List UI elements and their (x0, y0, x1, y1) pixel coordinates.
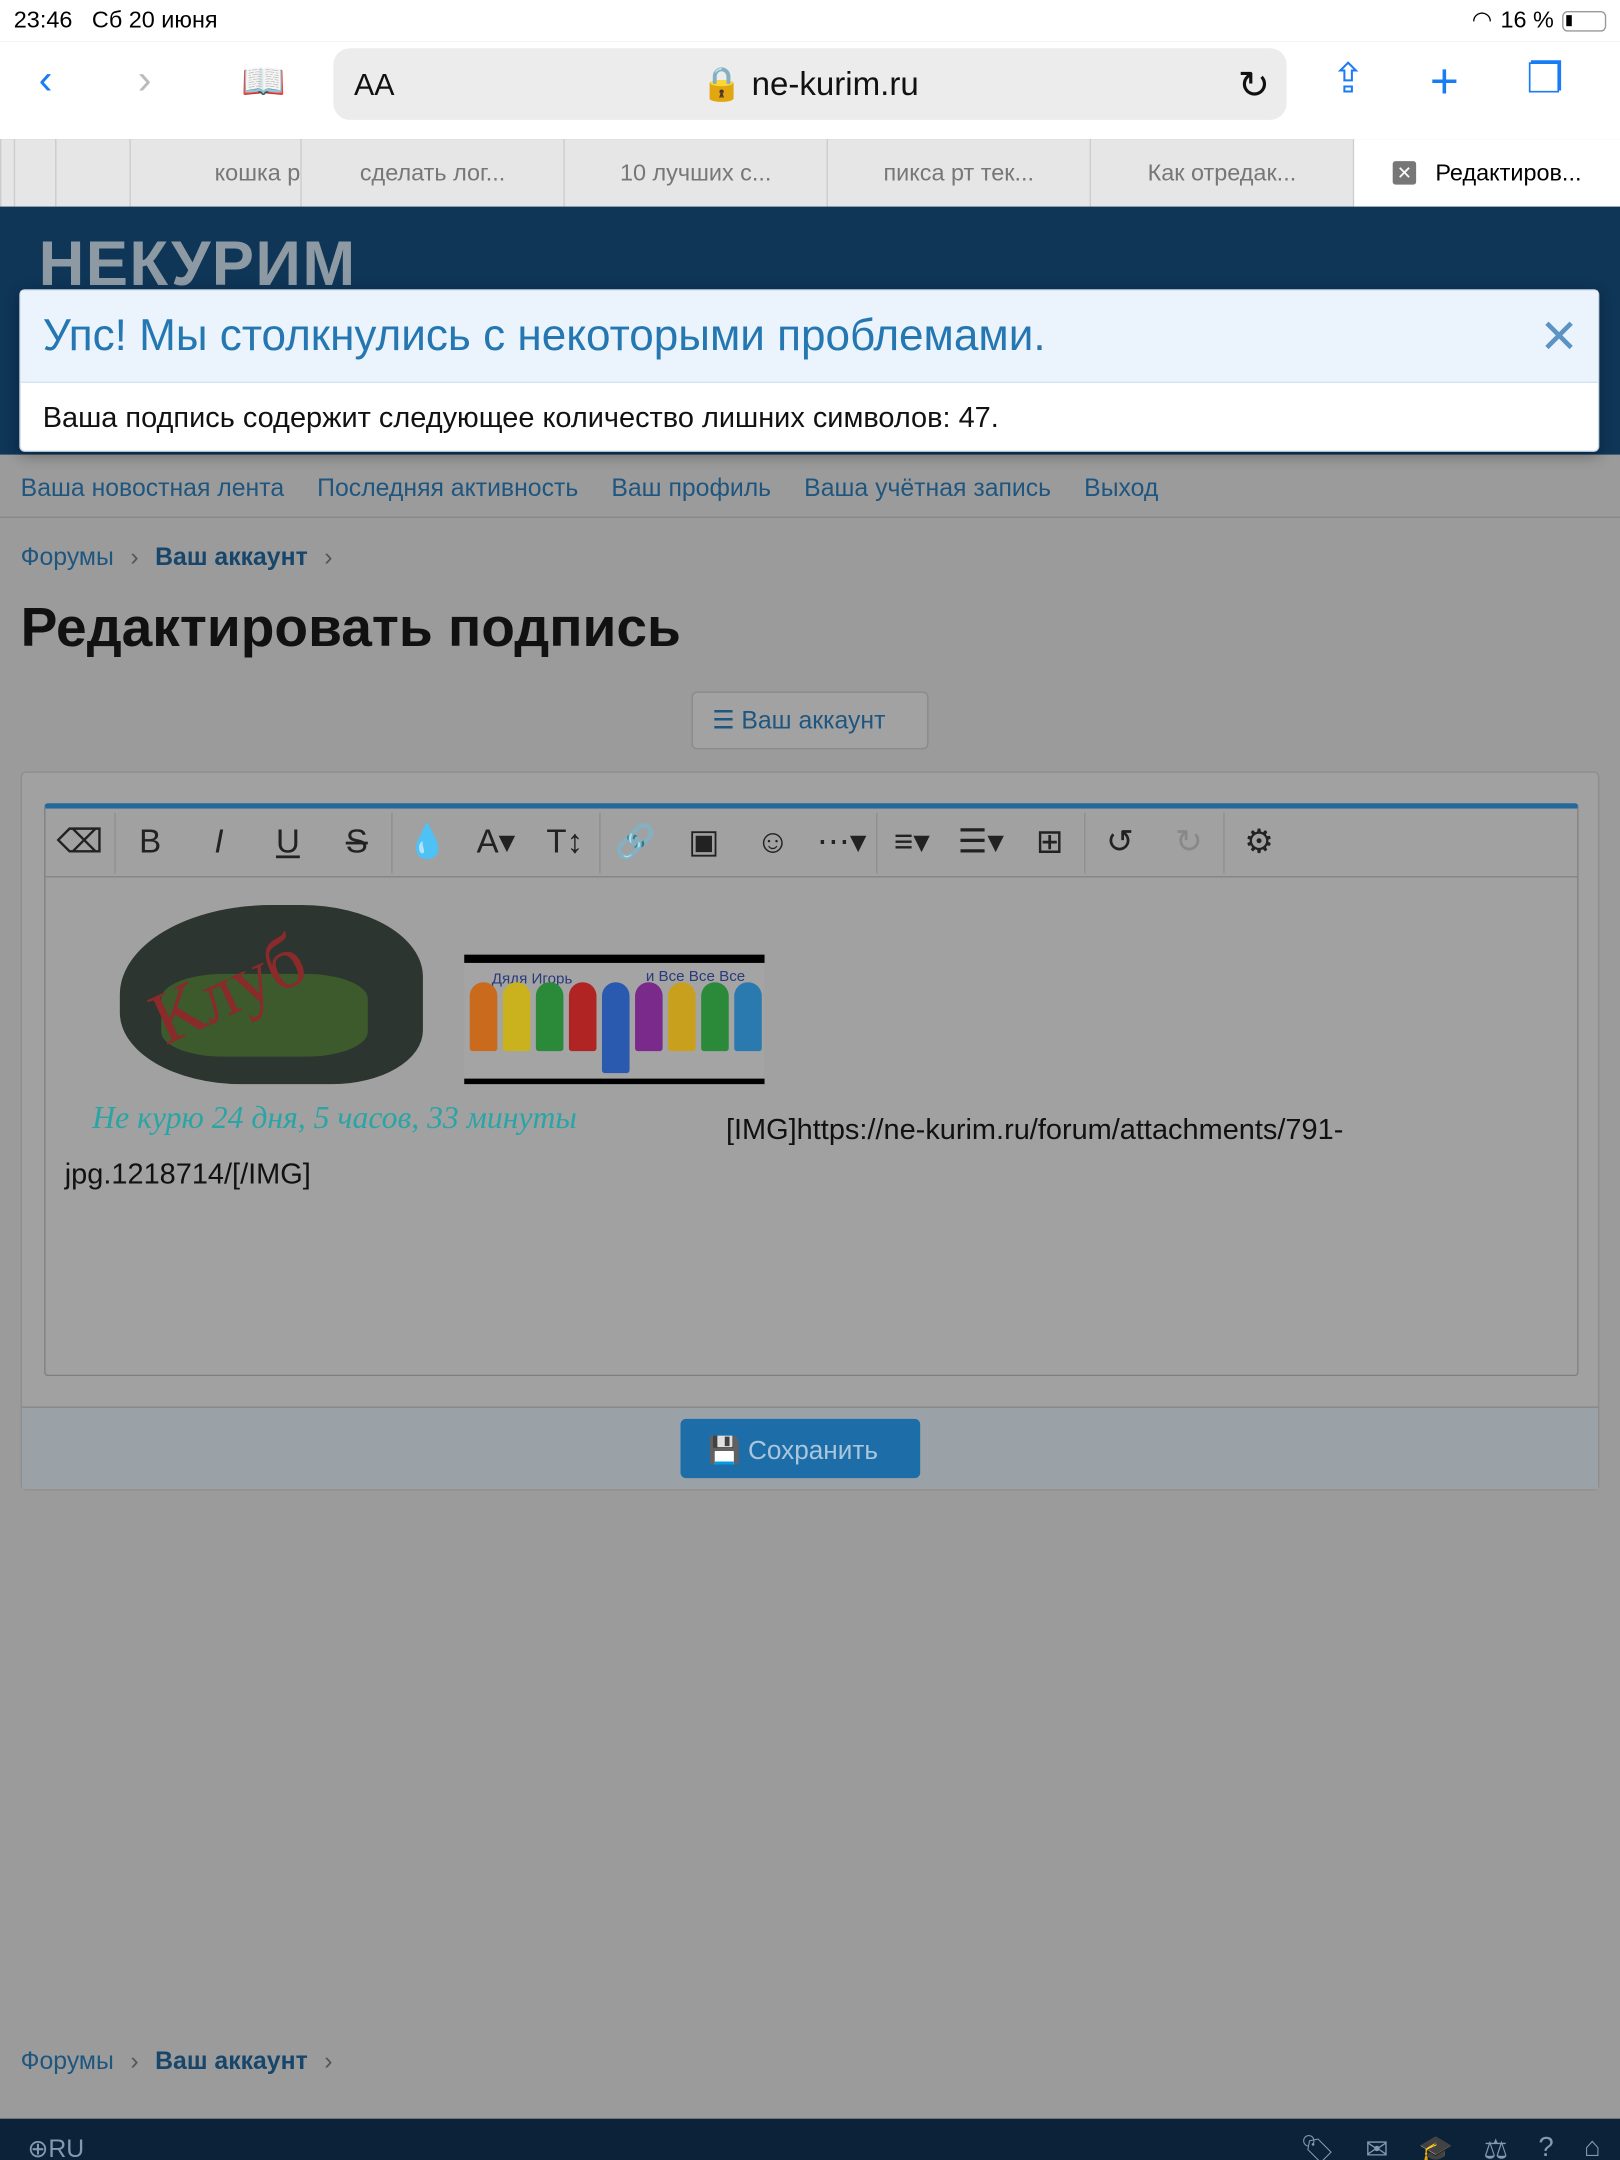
language-selector[interactable]: ⊕RU (28, 2135, 85, 2160)
account-menu-button[interactable]: ☰ Ваш аккаунт (691, 691, 929, 750)
breadcrumb-forums[interactable]: Форумы (21, 2047, 114, 2076)
close-icon[interactable]: ✕ (1539, 310, 1578, 365)
battery-text: 16 % (1500, 6, 1554, 34)
breadcrumb-account[interactable]: Ваш аккаунт (155, 2047, 308, 2076)
reload-icon[interactable]: ↻ (1238, 62, 1270, 107)
nav-logout[interactable]: Выход (1084, 474, 1158, 502)
address-bar[interactable]: AA 🔒 ne-kurim.ru ↻ (333, 48, 1287, 120)
image-icon[interactable]: ▣ (669, 822, 738, 862)
bookmarks-icon[interactable]: 📖 (241, 61, 286, 104)
font-size-icon[interactable]: T↕ (530, 823, 599, 862)
account-nav: Ваша новостная лента Последняя активност… (0, 455, 1620, 518)
bold-icon[interactable]: B (116, 823, 185, 862)
eraser-icon[interactable]: ⌫ (45, 822, 114, 862)
tag-icon[interactable]: 🏷 (1300, 2132, 1335, 2160)
site-footer: ⊕RU 🏷 ✉ 🎓 ⚖? ⌂ (0, 2118, 1620, 2160)
signature-form: ⌫ B I U S 💧 A▾ T↕ 🔗 ▣ ☺ ⋯▾ ≡▾ ☰▾ ⊞ ↺ ↻ ⚙… (20, 771, 1600, 1491)
rich-text-editor: ⌫ B I U S 💧 A▾ T↕ 🔗 ▣ ☺ ⋯▾ ≡▾ ☰▾ ⊞ ↺ ↻ ⚙… (44, 803, 1579, 1377)
form-footer: 💾 Сохранить (22, 1406, 1598, 1490)
table-icon[interactable]: ⊞ (1015, 822, 1084, 862)
signature-image-kids: Дядя Игорь и Все Все Все (464, 954, 765, 1085)
browser-toolbar: ‹ › 📖 AA 🔒 ne-kurim.ru ↻ ⇪ + ❐ (0, 41, 1620, 140)
nav-news-feed[interactable]: Ваша новостная лента (21, 474, 284, 502)
error-message: Ваша подпись содержит следующее количест… (42, 402, 999, 434)
tab[interactable] (0, 139, 14, 207)
italic-icon[interactable]: I (185, 823, 254, 862)
nav-latest-activity[interactable]: Последняя активность (317, 474, 578, 502)
globe-icon: ⊕ (27, 2135, 49, 2160)
lock-icon: 🔒 (701, 66, 743, 104)
chevron-right-icon: › (130, 2047, 139, 2075)
tab[interactable] (55, 139, 129, 207)
list-icon[interactable]: ☰▾ (946, 822, 1015, 862)
close-tab-icon[interactable]: ✕ (1392, 161, 1417, 185)
menu-icon: ☰ (712, 706, 735, 735)
more-icon[interactable]: ⋯▾ (807, 822, 876, 862)
strikethrough-icon[interactable]: S (322, 823, 391, 862)
tab[interactable]: Как отредак... (1089, 139, 1353, 207)
font-icon[interactable]: A▾ (461, 822, 530, 862)
smoke-free-counter: Не курю 24 дня, 5 часов, 33 минуты (92, 1100, 577, 1136)
breadcrumb-forums[interactable]: Форумы (21, 543, 114, 572)
tabs-icon[interactable]: ❐ (1526, 55, 1563, 103)
graduation-cap-icon[interactable]: 🎓 (1419, 2132, 1453, 2160)
editor-content[interactable]: Клуб Дядя Игорь и Все Все Все Не курю 24… (45, 877, 1577, 1202)
align-icon[interactable]: ≡▾ (877, 822, 946, 862)
scales-icon[interactable]: ⚖ (1483, 2132, 1508, 2160)
account-button-label: Ваш аккаунт (741, 706, 886, 735)
error-title: Упс! Мы столкнулись с некоторыми проблем… (20, 290, 1598, 383)
tab[interactable]: кошка р (129, 139, 300, 207)
share-icon[interactable]: ⇪ (1331, 55, 1366, 103)
chevron-right-icon: › (324, 542, 333, 571)
breadcrumb-bottom: Форумы › Ваш аккаунт › (21, 2047, 333, 2076)
tab-bar: кошка р сделать лог... 10 лучших с... пи… (0, 139, 1620, 207)
tab-active[interactable]: ✕ Редактиров... (1352, 139, 1620, 207)
chevron-right-icon: › (324, 2047, 333, 2075)
undo-icon[interactable]: ↺ (1086, 822, 1155, 862)
chevron-right-icon: › (130, 542, 139, 571)
help-icon[interactable]: ? (1538, 2132, 1553, 2160)
save-label: Сохранить (747, 1436, 879, 1466)
save-icon: 💾 (708, 1436, 741, 1466)
tab-label: Редактиров... (1435, 159, 1582, 186)
error-dialog: Упс! Мы столкнулись с некоторыми проблем… (19, 289, 1600, 452)
nav-profile[interactable]: Ваш профиль (611, 474, 771, 502)
domain-text: ne-kurim.ru (751, 66, 919, 104)
tab[interactable]: пикса рт тек... (826, 139, 1090, 207)
battery-icon (1562, 10, 1607, 31)
status-time: 23:46 Сб 20 июня (13, 6, 218, 34)
underline-icon[interactable]: U (253, 823, 322, 862)
tab[interactable] (13, 139, 55, 207)
settings-icon[interactable]: ⚙ (1225, 822, 1294, 862)
tab[interactable]: сделать лог... (300, 139, 563, 207)
link-icon[interactable]: 🔗 (601, 822, 670, 862)
color-icon[interactable]: 💧 (393, 822, 462, 862)
home-icon[interactable]: ⌂ (1584, 2132, 1601, 2160)
new-tab-icon[interactable]: + (1430, 52, 1459, 110)
page-title: Редактировать подпись (20, 597, 681, 659)
wifi-icon: ◠ (1471, 6, 1493, 34)
save-button[interactable]: 💾 Сохранить (680, 1418, 921, 1479)
nav-account[interactable]: Ваша учётная запись (804, 474, 1051, 502)
redo-icon[interactable]: ↻ (1154, 822, 1223, 862)
mail-icon[interactable]: ✉ (1365, 2132, 1388, 2160)
editor-toolbar: ⌫ B I U S 💧 A▾ T↕ 🔗 ▣ ☺ ⋯▾ ≡▾ ☰▾ ⊞ ↺ ↻ ⚙ (45, 809, 1578, 878)
signature-image-club: Клуб (65, 891, 464, 1085)
status-bar: 23:46 Сб 20 июня ◠ 16 % (0, 0, 1620, 42)
breadcrumb-account[interactable]: Ваш аккаунт (155, 543, 308, 572)
forward-icon[interactable]: › (138, 58, 152, 105)
smiley-icon[interactable]: ☺ (738, 823, 807, 862)
back-icon[interactable]: ‹ (39, 58, 53, 105)
tab[interactable]: 10 лучших с... (563, 139, 826, 207)
breadcrumb: Форумы › Ваш аккаунт › (21, 543, 333, 572)
